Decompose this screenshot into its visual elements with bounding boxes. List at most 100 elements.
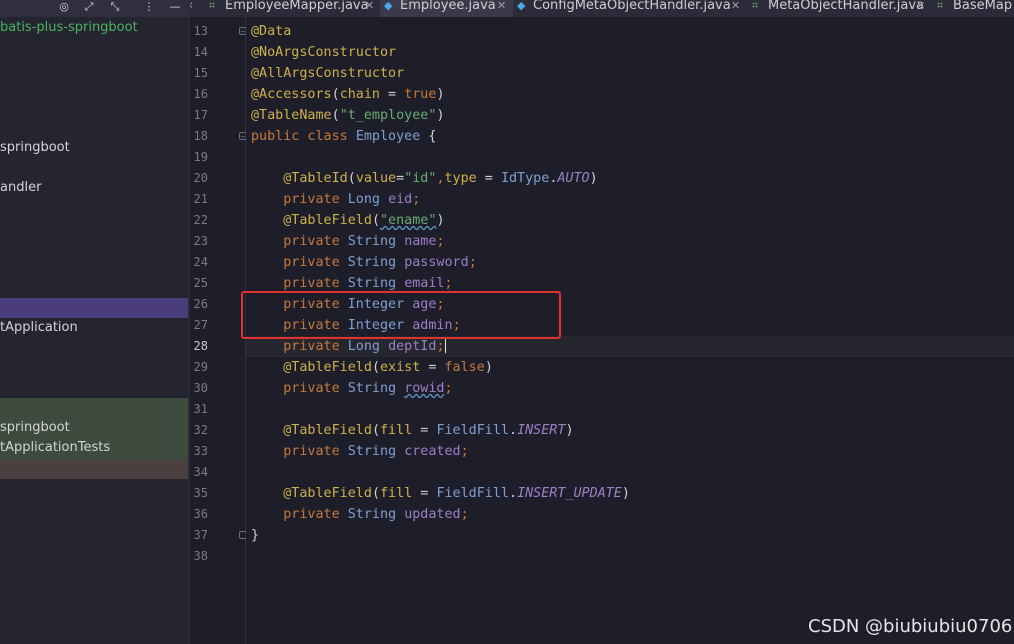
line-number: 35 xyxy=(193,486,208,500)
code-token: ) xyxy=(565,423,574,438)
code-token: "t_employee" xyxy=(339,108,437,123)
code-token: ) xyxy=(589,171,598,186)
code-line[interactable]: private String updated; xyxy=(251,504,469,525)
code-line[interactable]: @AllArgsConstructor xyxy=(251,63,404,84)
code-line[interactable]: private String name; xyxy=(251,231,444,252)
code-token: chain xyxy=(339,87,380,102)
code-token: Long xyxy=(347,339,389,354)
code-token: ; xyxy=(460,507,469,522)
code-line[interactable]: } xyxy=(251,525,259,546)
code-line[interactable]: @Data xyxy=(251,21,291,42)
code-token: private xyxy=(251,339,348,354)
code-token: ( xyxy=(371,423,380,438)
tree-selection xyxy=(0,298,188,318)
editor-tabs: ‹ ⌗ EmployeeMapper.java ✕ ◆ Employee.jav… xyxy=(190,0,1014,17)
tab-employee-mapper[interactable]: ⌗ EmployeeMapper.java ✕ xyxy=(205,0,380,17)
code-token: private xyxy=(251,192,348,207)
scroll-tabs-left-icon[interactable]: ‹ xyxy=(190,0,200,17)
annotation-highlight-box xyxy=(241,291,561,339)
expand-icon[interactable]: ⤢ xyxy=(80,0,98,14)
code-line[interactable]: private String created; xyxy=(251,441,469,462)
code-token: ; xyxy=(468,255,477,270)
code-line[interactable]: @Accessors(chain = true) xyxy=(251,84,445,105)
line-number: 30 xyxy=(193,381,208,395)
line-number: 22 xyxy=(193,213,208,227)
minimize-icon[interactable]: — xyxy=(166,0,184,14)
code-token: ; xyxy=(412,192,421,207)
project-panel: ◎ ⤢ ⤡ ⋮ — batis-plus-springboot springbo… xyxy=(0,0,188,644)
code-token: = xyxy=(380,87,405,102)
code-token: ( xyxy=(331,108,340,123)
line-number: 20 xyxy=(193,171,208,185)
tree-item-application[interactable]: tApplication xyxy=(0,318,188,338)
code-token: String xyxy=(347,381,405,396)
code-line[interactable]: @TableField("ename") xyxy=(251,210,445,231)
collapse-icon[interactable]: ⤡ xyxy=(106,0,124,14)
code-token: = xyxy=(476,171,501,186)
code-token: ; xyxy=(444,276,453,291)
code-line[interactable]: @TableName("t_employee") xyxy=(251,105,445,126)
code-line[interactable]: private Long eid; xyxy=(251,189,420,210)
code-token: fill xyxy=(380,486,413,501)
code-token: eid xyxy=(388,192,413,207)
tab-meta-object-handler[interactable]: ⌗ MetaObjectHandler.java ✕ xyxy=(748,0,933,17)
line-number: 38 xyxy=(193,549,208,563)
code-token: ) xyxy=(436,108,445,123)
code-token: , xyxy=(436,171,445,186)
code-token: ( xyxy=(347,171,356,186)
close-icon[interactable]: ✕ xyxy=(916,0,925,12)
code-token: updated xyxy=(404,507,461,522)
code-token: Employee xyxy=(355,129,421,144)
line-number: 28 xyxy=(193,339,208,353)
code-token: . xyxy=(509,486,518,501)
code-token: password xyxy=(404,255,469,270)
line-number: 29 xyxy=(193,360,208,374)
close-icon[interactable]: ✕ xyxy=(731,0,740,12)
code-token: created xyxy=(404,444,461,459)
code-line[interactable]: @TableField(fill = FieldFill.INSERT) xyxy=(251,420,574,441)
tree-item-package[interactable]: springboot xyxy=(0,138,188,158)
code-line[interactable]: private String password; xyxy=(251,252,477,273)
tab-employee[interactable]: ◆ Employee.java ✕ xyxy=(380,0,513,17)
line-number: 18 xyxy=(193,129,208,143)
code-token: ) xyxy=(436,213,445,228)
target-icon[interactable]: ◎ xyxy=(55,0,73,14)
code-token: ) xyxy=(484,360,493,375)
tree-item-test-package[interactable]: springboot xyxy=(0,418,188,438)
tab-config-meta-object-handler[interactable]: ◆ ConfigMetaObjectHandler.java ✕ xyxy=(513,0,748,17)
code-line[interactable]: @NoArgsConstructor xyxy=(251,42,396,63)
close-icon[interactable]: ✕ xyxy=(497,0,506,12)
code-token: @TableField xyxy=(251,423,372,438)
code-line[interactable]: private Long deptId; xyxy=(251,336,446,357)
close-icon[interactable]: ✕ xyxy=(365,0,374,12)
code-line[interactable]: public class Employee { xyxy=(251,126,436,147)
code-token: rowid xyxy=(404,381,445,396)
tree-item-project[interactable]: batis-plus-springboot xyxy=(0,18,188,38)
line-number: 21 xyxy=(193,192,208,206)
code-token: ; xyxy=(460,444,469,459)
tree-item-handler[interactable]: andler xyxy=(0,178,188,198)
code-token: private xyxy=(251,276,348,291)
code-token: ( xyxy=(371,360,380,375)
code-token: INSERT_UPDATE xyxy=(517,486,622,501)
code-token: true xyxy=(404,87,437,102)
tree-item-application-tests[interactable]: tApplicationTests xyxy=(0,438,188,458)
code-token: @TableField xyxy=(251,486,372,501)
tab-label: MetaObjectHandler.java xyxy=(768,0,924,13)
tab-base-mapper[interactable]: ⌗ BaseMap xyxy=(933,0,1014,17)
code-line[interactable]: @TableField(exist = false) xyxy=(251,357,493,378)
class-icon: ◆ xyxy=(517,0,526,12)
code-token: FieldFill xyxy=(436,486,509,501)
code-token: "id" xyxy=(404,171,437,186)
code-line[interactable]: private String rowid; xyxy=(251,378,452,399)
code-token: = xyxy=(396,171,405,186)
code-line[interactable]: @TableField(fill = FieldFill.INSERT_UPDA… xyxy=(251,483,630,504)
code-token: @TableField xyxy=(251,360,372,375)
code-line[interactable]: @TableId(value="id",type = IdType.AUTO) xyxy=(251,168,598,189)
line-number: 17 xyxy=(193,108,208,122)
more-icon[interactable]: ⋮ xyxy=(140,0,158,14)
code-token: type xyxy=(444,171,477,186)
line-number: 34 xyxy=(193,465,208,479)
line-number: 36 xyxy=(193,507,208,521)
line-number: 15 xyxy=(193,66,208,80)
